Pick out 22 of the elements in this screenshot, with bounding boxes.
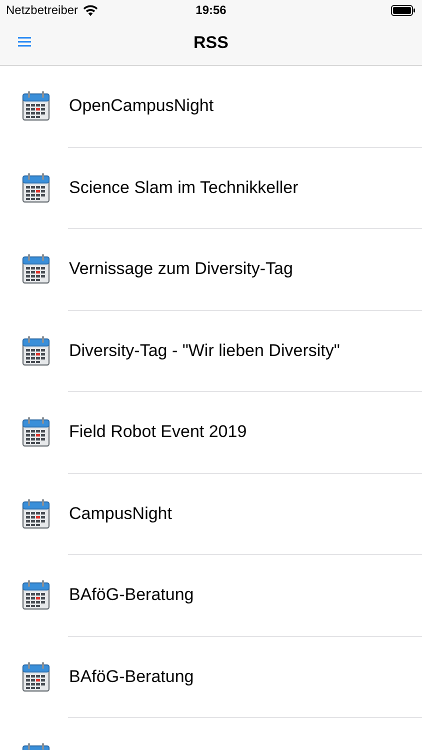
calendar-icon — [22, 417, 50, 448]
list-row[interactable]: BAföG-Beratung — [0, 636, 422, 718]
list-row[interactable]: Science Slam im Technikkeller — [0, 148, 422, 229]
calendar-icon — [22, 254, 50, 284]
list-row[interactable]: OpenCampusNight — [0, 66, 422, 148]
battery-icon — [391, 4, 416, 16]
calendar-icon — [22, 336, 50, 366]
calendar-icon — [22, 91, 50, 122]
menu-icon — [18, 36, 31, 47]
list-row[interactable]: Vernissage zum Diversity-Tag — [0, 229, 422, 310]
calendar-icon — [22, 662, 50, 692]
list-row[interactable]: Field Robot Event 2019 — [0, 392, 422, 474]
list-row[interactable]: BAföG-Beratung — [0, 555, 422, 636]
screen-title: RSS — [194, 32, 228, 52]
list-row[interactable]: CampusNight — [0, 474, 422, 555]
wifi-icon — [83, 4, 98, 16]
calendar-icon — [22, 580, 50, 610]
calendar-icon — [22, 172, 50, 203]
status-time: 19:56 — [196, 3, 226, 17]
calendar-icon — [22, 498, 50, 529]
list-row[interactable]: Diversity-Tag - "Wir lieben Diversity" — [0, 310, 422, 392]
carrier-name: Netzbetreiber — [6, 3, 78, 17]
